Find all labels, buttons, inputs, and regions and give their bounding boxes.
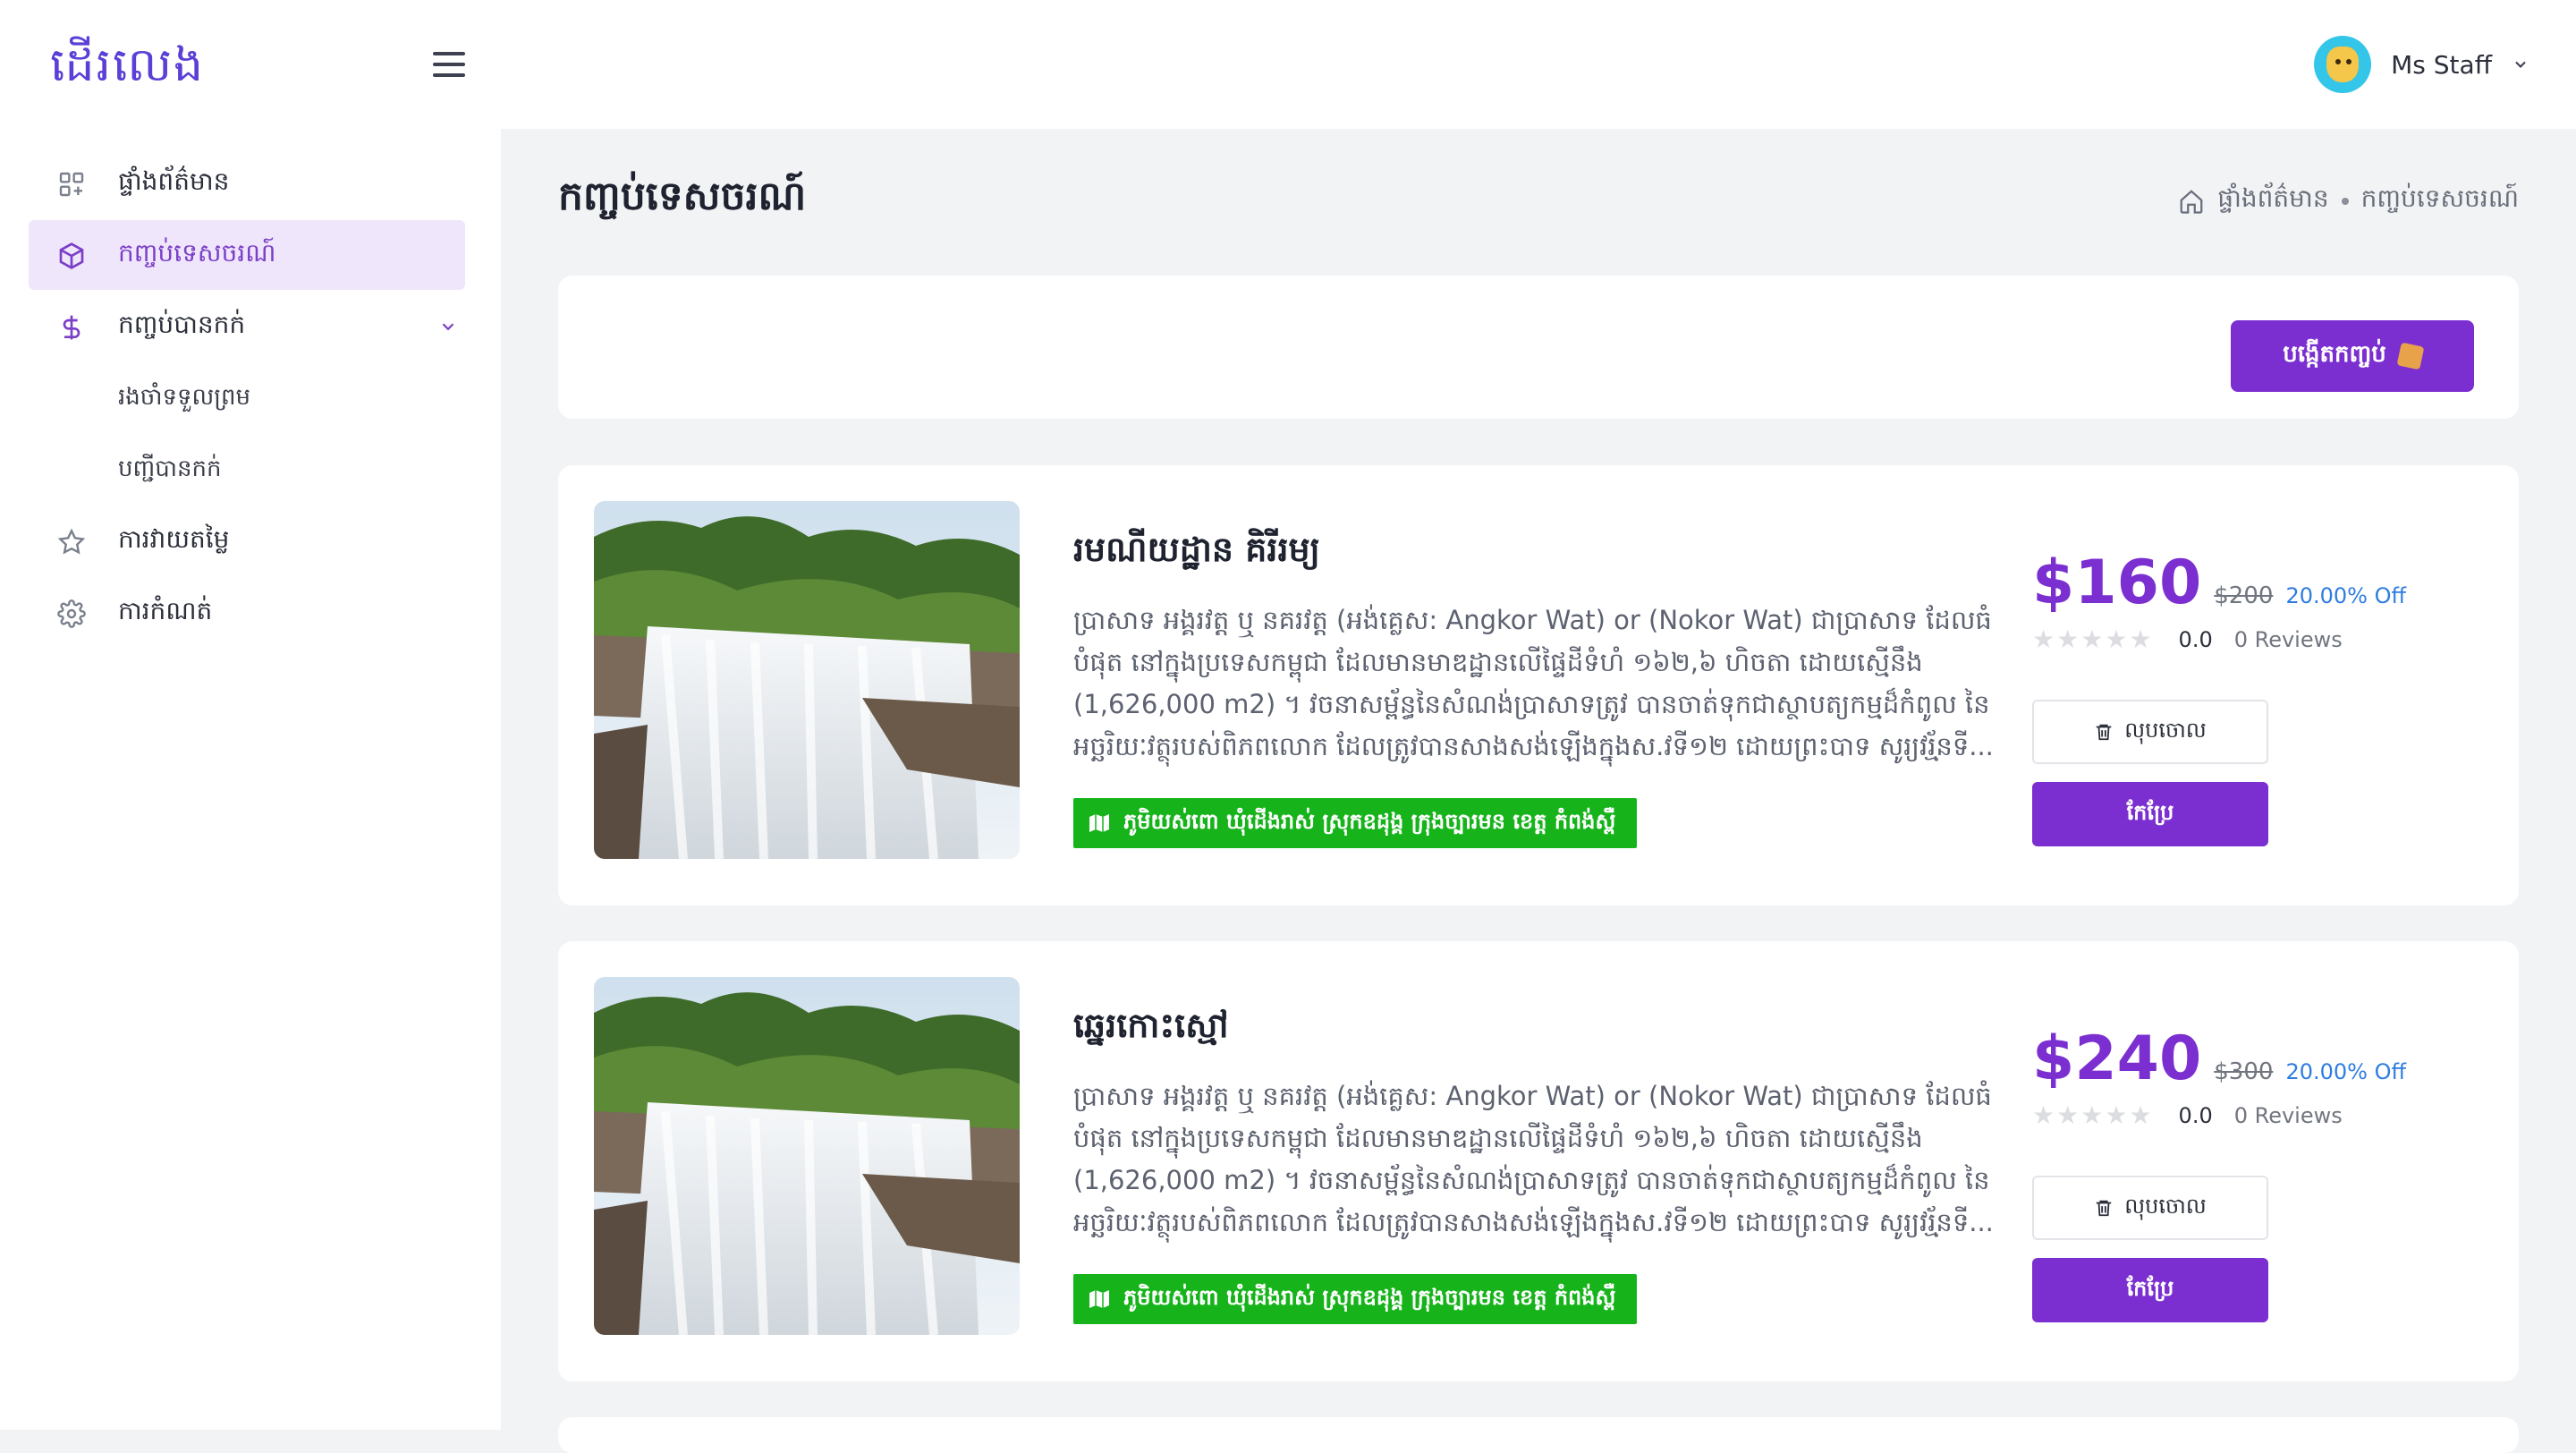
package-icon bbox=[59, 242, 84, 269]
price-row: $160 $200 20.00% Off bbox=[2032, 548, 2406, 618]
package-image bbox=[594, 977, 1020, 1335]
map-icon bbox=[1089, 814, 1109, 832]
location-text: ភូមិយស់ពោ ឃុំដើងរាស់ ស្រុកឧដុង្គ ក្រុងច្… bbox=[1123, 1284, 1616, 1310]
price: $160 bbox=[2032, 548, 2202, 618]
sidebar-item-label: ការកំណត់ bbox=[118, 595, 213, 625]
create-package-button[interactable]: បង្កើតកញ្ចប់ bbox=[2231, 320, 2474, 392]
rating-stars: ★ ★ ★ ★ ★ bbox=[2032, 1100, 2152, 1130]
star-icon: ★ bbox=[2129, 1100, 2152, 1130]
discount-label: 20.00% Off bbox=[2285, 1059, 2407, 1084]
reviews-count: 0 Reviews bbox=[2233, 626, 2343, 652]
location-text: ភូមិយស់ពោ ឃុំដើងរាស់ ស្រុកឧដុង្គ ក្រុងច្… bbox=[1123, 808, 1616, 834]
star-icon: ★ bbox=[2080, 625, 2104, 654]
package-card: រមណីយដ្ឋាន គិរីរម្យ ប្រាសាទ អង្គរវត្ត ឬ … bbox=[558, 465, 2519, 905]
breadcrumb-dashboard[interactable]: ផ្ទាំងព័ត៌មាន bbox=[2217, 183, 2328, 219]
sidebar-item-label: ការវាយតម្លៃ bbox=[118, 523, 230, 554]
old-price: $300 bbox=[2214, 1058, 2274, 1085]
top-bar: Ms Staff bbox=[501, 0, 2576, 129]
sidebar-item-label: កញ្ចប់បានកក់ bbox=[118, 309, 246, 339]
star-icon: ★ bbox=[2056, 1100, 2080, 1130]
trash-icon bbox=[2097, 1200, 2112, 1217]
delete-button[interactable]: លុបចោល bbox=[2032, 1176, 2268, 1240]
avatar[interactable] bbox=[2314, 36, 2372, 93]
sidebar-item-dashboard[interactable]: ផ្ទាំងព័ត៌មាន bbox=[29, 149, 465, 218]
sidebar-nav: ផ្ទាំងព័ត៌មាន កញ្ចប់ទេសចរណ៍ កញ្ចប់បានកក់… bbox=[29, 149, 465, 650]
package-card: ឆ្នេរកោះស្មៅ ប្រាសាទ អង្គរវត្ត ឬ នគរវត្ត… bbox=[558, 941, 2519, 1381]
delete-label: លុបចោល bbox=[2124, 1193, 2207, 1219]
package-title[interactable]: ឆ្នេរកោះស្មៅ bbox=[1073, 1004, 1229, 1054]
sidebar-item-settings[interactable]: ការកំណត់ bbox=[29, 578, 465, 648]
breadcrumb-current: កញ្ចប់ទេសចរណ៍ bbox=[2360, 183, 2519, 213]
delete-label: លុបចោល bbox=[2124, 717, 2207, 743]
star-icon: ★ bbox=[2032, 625, 2055, 654]
price: $240 bbox=[2032, 1024, 2202, 1094]
user-menu[interactable]: Ms Staff bbox=[2314, 36, 2529, 93]
package-description: ប្រាសាទ អង្គរវត្ត ឬ នគរវត្ត (អង់គ្លេស: A… bbox=[1073, 1081, 1994, 1237]
discount-label: 20.00% Off bbox=[2285, 583, 2407, 608]
rating-row: ★ ★ ★ ★ ★ 0.0 0 Reviews bbox=[2032, 1100, 2343, 1130]
star-icon: ★ bbox=[2032, 1100, 2055, 1130]
sidebar-subitem-booked-list[interactable]: បញ្ជីបានកក់ bbox=[29, 435, 465, 506]
breadcrumb-separator bbox=[2341, 197, 2349, 205]
rating-stars: ★ ★ ★ ★ ★ bbox=[2032, 625, 2152, 654]
delete-button[interactable]: លុបចោល bbox=[2032, 700, 2268, 764]
sidebar: ដើរលេង ផ្ទាំងព័ត៌មាន កញ្ចប់ទេសចរណ៍ កញ្ចប… bbox=[0, 0, 501, 1430]
sidebar-item-bookings[interactable]: កញ្ចប់បានកក់ bbox=[29, 292, 465, 361]
reviews-count: 0 Reviews bbox=[2233, 1102, 2343, 1128]
price-row: $240 $300 20.00% Off bbox=[2032, 1024, 2406, 1094]
old-price: $200 bbox=[2214, 582, 2274, 609]
star-icon bbox=[57, 528, 86, 555]
star-icon: ★ bbox=[2105, 625, 2128, 654]
edit-button[interactable]: កែប្រែ bbox=[2032, 1258, 2268, 1322]
map-icon bbox=[1089, 1290, 1109, 1308]
gear-icon bbox=[57, 599, 86, 628]
chevron-down-icon[interactable] bbox=[438, 317, 458, 336]
chevron-down-icon[interactable] bbox=[2512, 55, 2529, 73]
user-name[interactable]: Ms Staff bbox=[2391, 50, 2492, 80]
edit-label: កែប្រែ bbox=[2126, 799, 2174, 825]
create-package-card: បង្កើតកញ្ចប់ bbox=[558, 276, 2519, 419]
sidebar-subitem-pending[interactable]: រងចាំទទួលព្រម bbox=[29, 363, 465, 435]
package-icon bbox=[2396, 342, 2425, 370]
trash-icon bbox=[2097, 724, 2112, 741]
dashboard-icon bbox=[59, 172, 84, 197]
star-icon: ★ bbox=[2129, 625, 2152, 654]
page-title: កញ្ចប់ទេសចរណ៍ bbox=[558, 174, 807, 219]
package-card bbox=[558, 1417, 2519, 1453]
package-image bbox=[594, 501, 1020, 859]
package-description: ប្រាសាទ អង្គរវត្ត ឬ នគរវត្ត (អង់គ្លេស: A… bbox=[1073, 605, 1994, 761]
sidebar-item-label: ផ្ទាំងព័ត៌មាន bbox=[118, 166, 230, 196]
create-package-label: បង្កើតកញ្ចប់ bbox=[2283, 341, 2386, 368]
edit-button[interactable]: កែប្រែ bbox=[2032, 782, 2268, 846]
location-badge: ភូមិយស់ពោ ឃុំដើងរាស់ ស្រុកឧដុង្គ ក្រុងច្… bbox=[1073, 798, 1638, 848]
star-icon: ★ bbox=[2056, 625, 2080, 654]
star-icon: ★ bbox=[2080, 1100, 2104, 1130]
dollar-icon bbox=[63, 315, 80, 340]
breadcrumb: ផ្ទាំងព័ត៌មាន កញ្ចប់ទេសចរណ៍ bbox=[2178, 183, 2519, 219]
rating-value: 0.0 bbox=[2178, 1102, 2213, 1128]
sidebar-item-reviews[interactable]: ការវាយតម្លៃ bbox=[29, 506, 465, 576]
location-badge: ភូមិយស់ពោ ឃុំដើងរាស់ ស្រុកឧដុង្គ ក្រុងច្… bbox=[1073, 1274, 1638, 1324]
package-title[interactable]: រមណីយដ្ឋាន គិរីរម្យ bbox=[1073, 528, 1320, 578]
app-logo[interactable]: ដើរលេង bbox=[50, 36, 205, 104]
star-icon: ★ bbox=[2105, 1100, 2128, 1130]
sidebar-item-label: កញ្ចប់ទេសចរណ៍ bbox=[118, 237, 276, 268]
main-content: កញ្ចប់ទេសចរណ៍ ផ្ទាំងព័ត៌មាន កញ្ចប់ទេសចរណ… bbox=[501, 129, 2576, 1453]
home-icon[interactable] bbox=[2178, 188, 2205, 215]
sidebar-item-packages[interactable]: កញ្ចប់ទេសចរណ៍ bbox=[29, 220, 465, 290]
menu-toggle-icon[interactable] bbox=[433, 52, 465, 77]
rating-value: 0.0 bbox=[2178, 626, 2213, 652]
rating-row: ★ ★ ★ ★ ★ 0.0 0 Reviews bbox=[2032, 625, 2343, 654]
edit-label: កែប្រែ bbox=[2126, 1275, 2174, 1301]
